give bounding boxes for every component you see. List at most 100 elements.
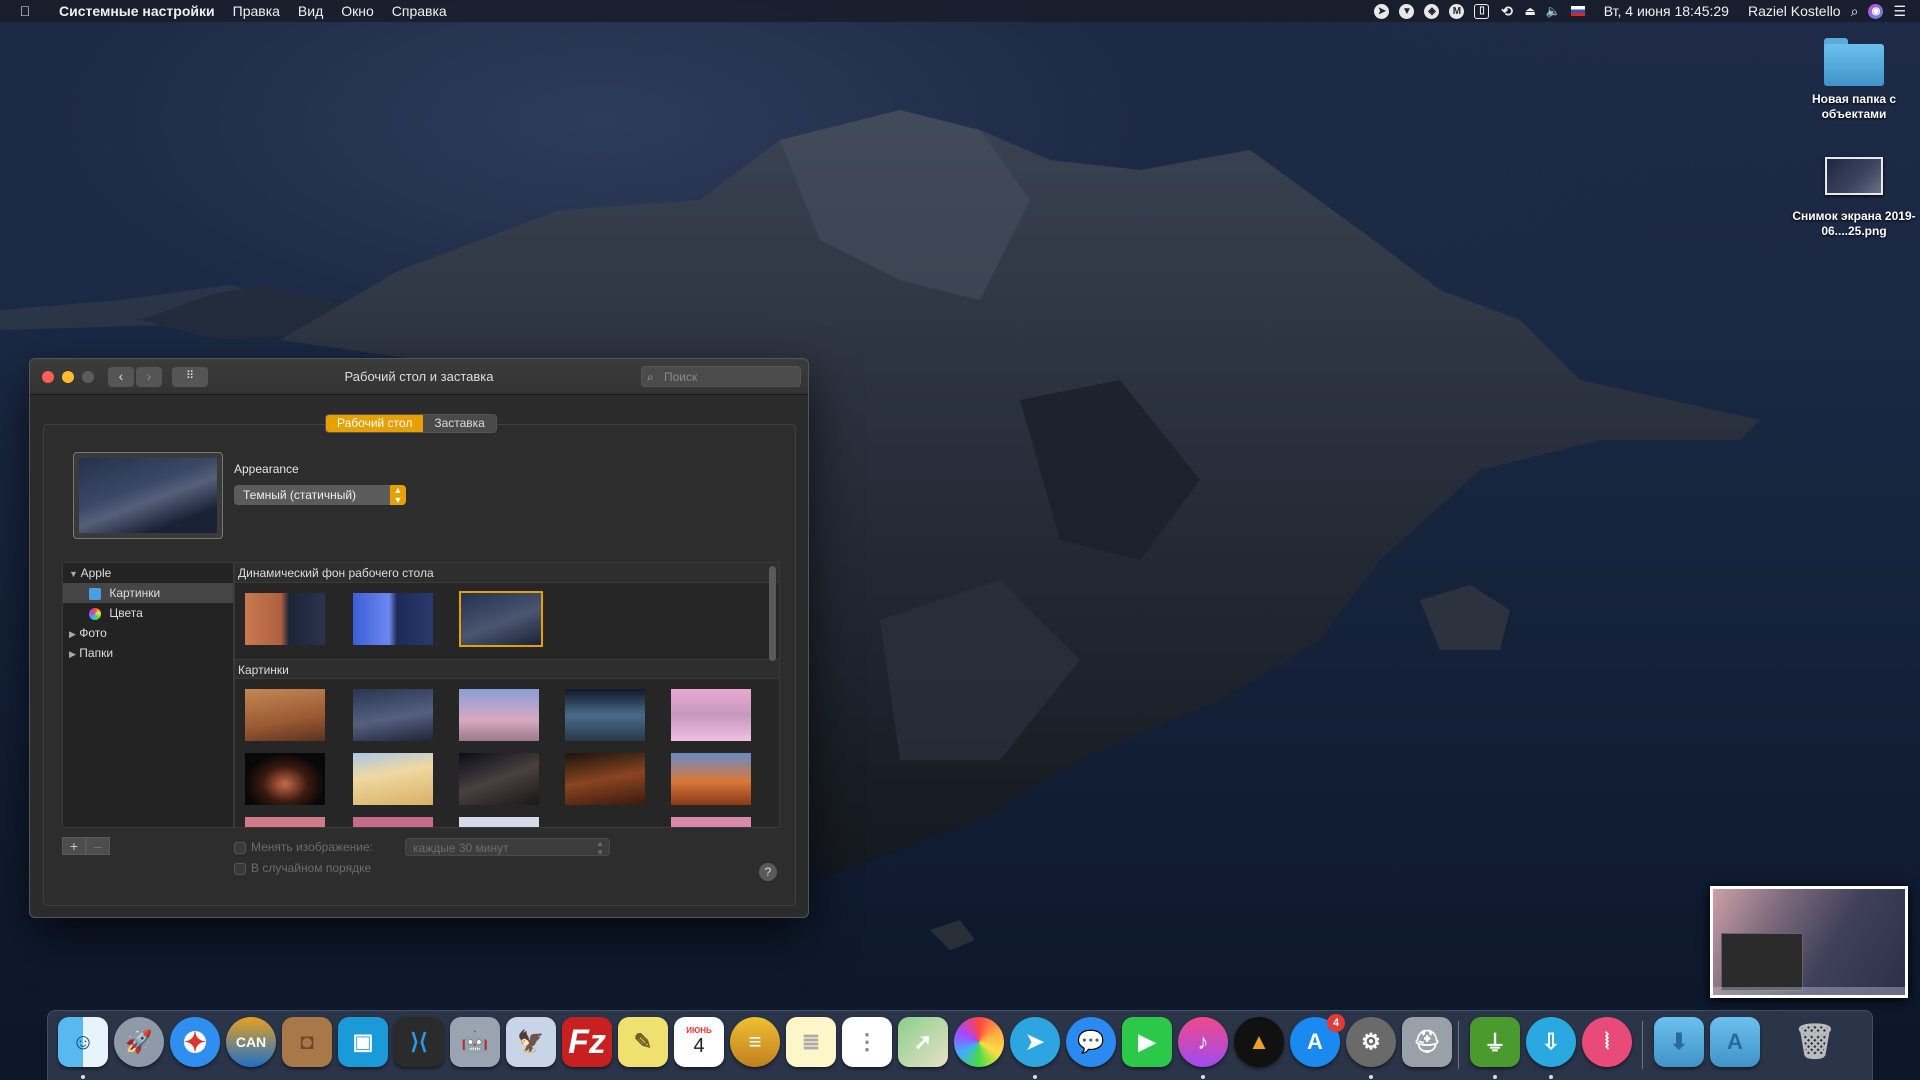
- automator-icon[interactable]: 🤖: [450, 1017, 500, 1067]
- archive-app-icon[interactable]: ⇩: [1526, 1017, 1576, 1067]
- maps-icon[interactable]: ➚: [898, 1017, 948, 1067]
- section-header-pictures: Картинки: [235, 659, 779, 679]
- photos-icon[interactable]: [954, 1017, 1004, 1067]
- eject-icon[interactable]: ⏏: [1524, 4, 1535, 18]
- tab-desktop[interactable]: Рабочий стол: [326, 415, 424, 432]
- wallpaper-thumb-14[interactable]: [671, 817, 751, 827]
- tab-screensaver[interactable]: Заставка: [423, 415, 496, 432]
- help-button[interactable]: ?: [759, 863, 777, 881]
- minimize-window-button[interactable]: [62, 371, 74, 383]
- notes-icon[interactable]: ≣: [786, 1017, 836, 1067]
- wallpaper-thumb-4[interactable]: [565, 689, 645, 741]
- random-order-checkbox[interactable]: В случайном порядке: [234, 861, 371, 875]
- app-store-icon[interactable]: A4: [1290, 1014, 1345, 1067]
- sidebar-group-apple[interactable]: ▼ Apple: [63, 563, 233, 583]
- wallpaper-thumb-solar-gradient[interactable]: [353, 593, 433, 645]
- reminders-icon[interactable]: ⋮: [842, 1017, 892, 1067]
- zip-app-icon[interactable]: ⦚: [1582, 1017, 1632, 1067]
- sidebar-item-colors[interactable]: Цвета: [63, 603, 233, 623]
- launchpad-icon[interactable]: 🚀: [114, 1017, 164, 1067]
- notification-center-icon[interactable]: ☰: [1893, 3, 1906, 20]
- appearance-select[interactable]: Темный (статичный) ▲ ▼: [234, 485, 406, 505]
- applications-folder-icon[interactable]: A: [1710, 1017, 1760, 1067]
- search-field[interactable]: ⌕ Поиск: [641, 366, 801, 387]
- can-icon[interactable]: CAN: [226, 1017, 276, 1067]
- scrollbar-thumb[interactable]: [769, 566, 776, 661]
- wallpaper-thumb-3[interactable]: [459, 689, 539, 741]
- menu-window[interactable]: Окно: [332, 3, 383, 19]
- keyboard-layout-flag-icon[interactable]: [1570, 6, 1585, 16]
- disk-utility-icon[interactable]: ⛑: [1402, 1017, 1452, 1067]
- menu-help[interactable]: Справка: [383, 3, 456, 19]
- sidebar-group-photos[interactable]: ▶ Фото: [63, 623, 233, 643]
- system-preferences-icon[interactable]: ⚙: [1346, 1017, 1396, 1067]
- close-window-button[interactable]: [42, 371, 54, 383]
- finder-icon[interactable]: ☺: [58, 1017, 108, 1067]
- change-picture-checkbox[interactable]: Менять изображение:: [234, 840, 373, 854]
- wallpaper-thumb-12[interactable]: [353, 817, 433, 827]
- filezilla-icon[interactable]: Fz: [562, 1017, 612, 1067]
- calendar-icon[interactable]: ИЮНЬ 4: [674, 1017, 724, 1067]
- stickies-icon[interactable]: ✎: [618, 1017, 668, 1067]
- time-machine-icon[interactable]: ⟲: [1499, 3, 1514, 19]
- volume-icon[interactable]: 🔈: [1546, 4, 1561, 18]
- menu-edit[interactable]: Правка: [224, 3, 289, 19]
- preview-icon[interactable]: 🦅: [506, 1017, 556, 1067]
- siri-icon[interactable]: ◉: [1868, 3, 1884, 19]
- add-folder-button[interactable]: +: [62, 837, 86, 855]
- m-status-icon[interactable]: M: [1449, 3, 1465, 19]
- menubar-user[interactable]: Raziel Kostello: [1748, 3, 1841, 19]
- wallpaper-thumb-10[interactable]: [671, 753, 751, 805]
- disclosure-closed-icon: ▶: [69, 649, 76, 659]
- menu-view[interactable]: Вид: [289, 3, 332, 19]
- sequel-pro-icon[interactable]: ≡: [730, 1017, 780, 1067]
- wallpaper-thumb-mojave-dynamic[interactable]: [245, 593, 325, 645]
- frame-icon[interactable]: ▣: [338, 1017, 388, 1067]
- zoom-window-button[interactable]: [82, 371, 94, 383]
- wallpaper-thumb-7[interactable]: [353, 753, 433, 805]
- wallpaper-browser: Динамический фон рабочего стола Картинки: [234, 562, 780, 828]
- downloads-folder-icon[interactable]: ⬇: [1654, 1017, 1704, 1067]
- menu-app-name[interactable]: Системные настройки: [50, 3, 224, 19]
- back-button[interactable]: ‹: [108, 367, 134, 387]
- remove-folder-button[interactable]: –: [86, 837, 110, 855]
- safari-icon[interactable]: ✦: [170, 1017, 220, 1067]
- facetime-icon[interactable]: ▶: [1122, 1017, 1172, 1067]
- sidebar-item-pictures[interactable]: Картинки: [63, 583, 233, 603]
- apple-menu-icon[interactable]: : [0, 3, 50, 19]
- desktop-folder[interactable]: Новая папка с объектами: [1784, 38, 1920, 122]
- mini-dock-preview: [1713, 987, 1905, 995]
- contacts-icon[interactable]: ◘: [282, 1017, 332, 1067]
- vscode-icon[interactable]: ⟩⟨: [394, 1017, 444, 1067]
- wallpaper-thumb-5[interactable]: [671, 689, 751, 741]
- messages-icon[interactable]: 💬: [1066, 1017, 1116, 1067]
- wallpaper-thumb-8[interactable]: [459, 753, 539, 805]
- appearance-select-value: Темный (статичный): [243, 488, 357, 502]
- interval-select[interactable]: каждые 30 минут ▲ ▼: [405, 838, 610, 857]
- sidebar-group-folders[interactable]: ▶ Папки: [63, 643, 233, 663]
- wallpaper-thumb-2[interactable]: [353, 689, 433, 741]
- show-all-grid-button[interactable]: ⠿: [172, 367, 208, 387]
- wallpaper-thumb-1[interactable]: [245, 689, 325, 741]
- wallpaper-thumb-6[interactable]: [245, 753, 325, 805]
- trash-icon[interactable]: 🗑: [1790, 1017, 1840, 1067]
- window-titlebar[interactable]: ‹ › ⠿ Рабочий стол и заставка ⌕ Поиск: [30, 359, 808, 395]
- screenshot-floating-thumbnail[interactable]: [1710, 886, 1908, 998]
- battery-status-icon[interactable]: ▯: [1474, 3, 1490, 19]
- transmit-icon[interactable]: ▲: [1234, 1017, 1284, 1067]
- spotlight-search-icon[interactable]: ⌕: [1851, 3, 1859, 20]
- wallpaper-thumb-mojave-dark-selected[interactable]: [459, 591, 543, 647]
- desktop-screenshot-file[interactable]: Снимок экрана 2019-06....25.png: [1784, 157, 1920, 239]
- adguard-status-icon[interactable]: ◈: [1424, 3, 1440, 19]
- wallpaper-thumb-11[interactable]: [245, 817, 325, 827]
- telegram-icon[interactable]: ➤: [1010, 1017, 1060, 1067]
- wallpaper-thumb-13[interactable]: [459, 817, 539, 827]
- telegram-status-icon[interactable]: ➤: [1374, 3, 1390, 19]
- usb-app-icon[interactable]: ⏚: [1470, 1017, 1520, 1067]
- itunes-icon[interactable]: ♪: [1178, 1017, 1228, 1067]
- shield-status-icon[interactable]: ▼: [1399, 3, 1415, 19]
- app-store-badge: 4: [1327, 1014, 1345, 1032]
- forward-button[interactable]: ›: [136, 367, 162, 387]
- menubar-clock[interactable]: Вт, 4 июня 18:45:29: [1595, 3, 1738, 19]
- wallpaper-thumb-9[interactable]: [565, 753, 645, 805]
